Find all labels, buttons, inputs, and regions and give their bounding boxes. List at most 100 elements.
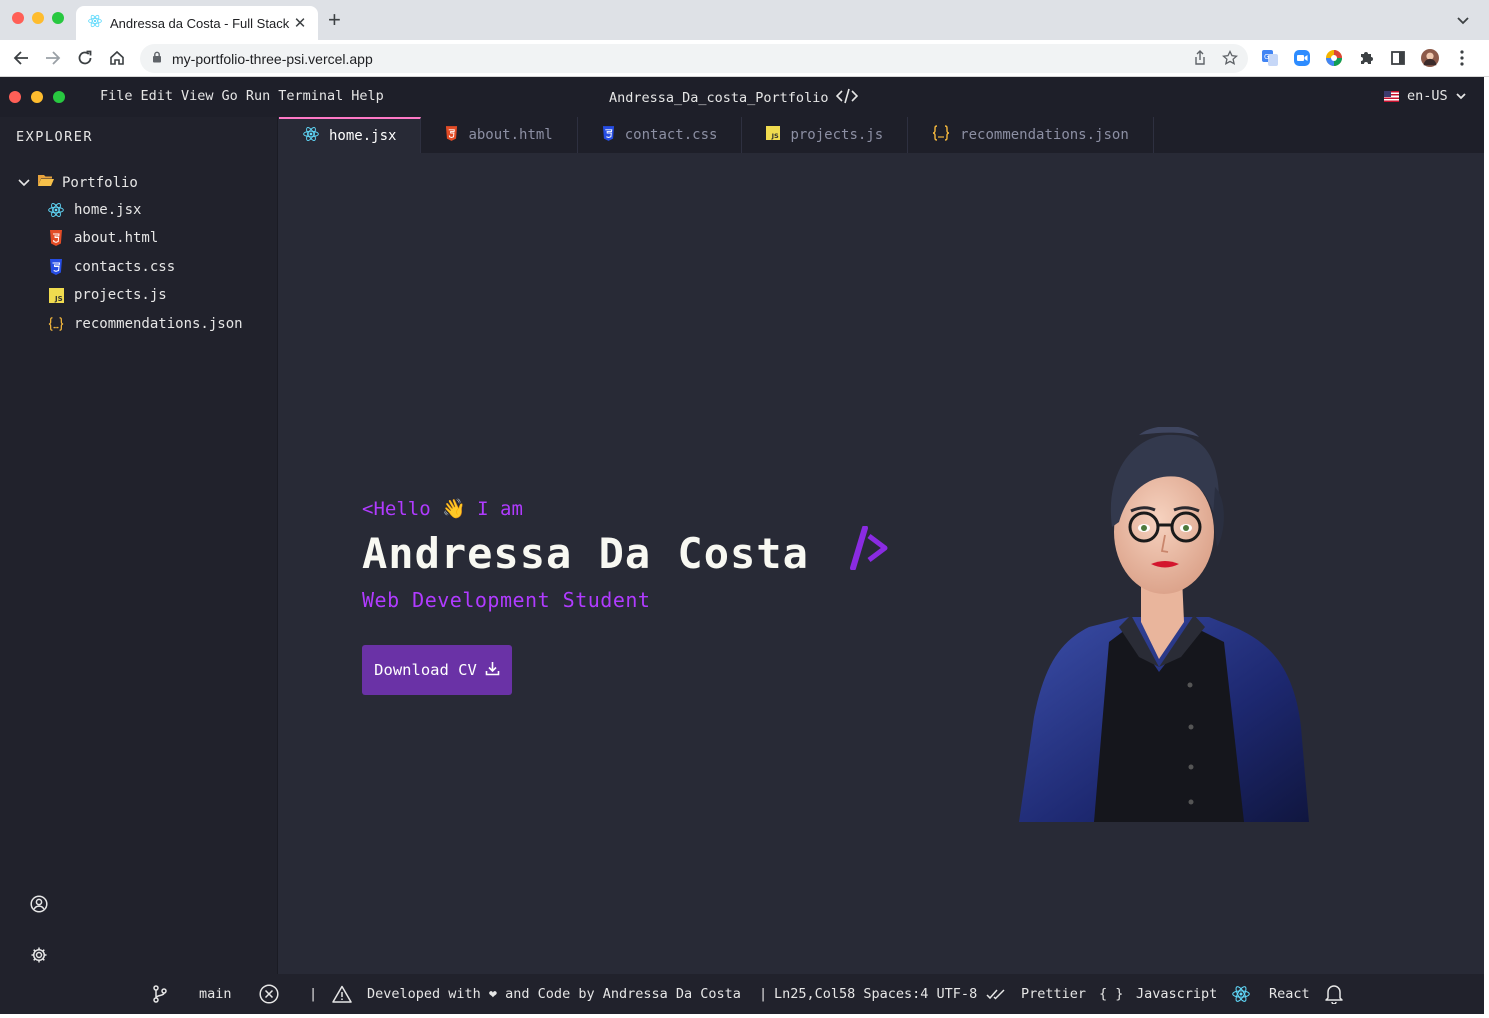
json-icon (48, 316, 64, 332)
svg-text:JS: JS (771, 132, 779, 140)
html5-icon (445, 125, 458, 145)
close-tab-icon[interactable]: ✕ (292, 14, 308, 32)
css3-icon (48, 259, 64, 275)
tab-label: about.html (468, 127, 553, 143)
hero-section: <Hello 👋 I am Andressa Da Costa Web Deve… (362, 497, 891, 695)
app-titlebar: File Edit View Go Run Terminal Help Andr… (0, 77, 1484, 117)
react-favicon-icon (88, 14, 102, 33)
menu-run[interactable]: Run (246, 88, 270, 104)
double-check-icon (986, 974, 1006, 1014)
url-text: my-portfolio-three-psi.vercel.app (172, 50, 373, 67)
browser-tab-title: Andressa da Costa - Full Stack Developer (110, 15, 292, 31)
tab-label: home.jsx (329, 128, 397, 144)
braces-icon: { } (1099, 986, 1124, 1002)
menu-view[interactable]: View (181, 88, 214, 104)
language-selector[interactable]: en-US (1384, 88, 1466, 104)
zoom-extension-icon[interactable] (1293, 49, 1311, 67)
svg-text:G: G (1264, 53, 1269, 61)
explorer-sidebar: EXPLORER Portfolio home.jsx about.html c… (0, 117, 278, 974)
code-brackets-icon (836, 88, 859, 108)
sidebar-file-label: projects.js (74, 287, 167, 303)
language-mode[interactable]: Javascript (1136, 974, 1217, 1014)
forward-arrow-icon[interactable] (42, 47, 64, 69)
hero-role: Web Development Student (362, 588, 651, 612)
app-close-dot (9, 91, 21, 103)
account-icon[interactable] (30, 895, 48, 913)
tab-contact[interactable]: contact.css (578, 117, 743, 153)
extensions-puzzle-icon[interactable] (1357, 49, 1375, 67)
share-icon[interactable] (1192, 50, 1208, 71)
menu-file[interactable]: File (100, 88, 133, 104)
menu-help[interactable]: Help (351, 88, 384, 104)
maximize-window-button[interactable] (52, 12, 64, 24)
javascript-icon: JS (48, 287, 64, 303)
window-title: Andressa_Da_costa_Portfolio (609, 88, 859, 108)
react-icon (303, 126, 319, 146)
code-slash-logo-icon (843, 525, 891, 580)
html5-icon (48, 230, 64, 246)
tab-about[interactable]: about.html (421, 117, 578, 153)
menu-edit[interactable]: Edit (141, 88, 174, 104)
git-branch-label[interactable]: main (199, 974, 232, 1014)
language-label: en-US (1407, 88, 1448, 104)
close-window-button[interactable] (12, 12, 24, 24)
framework-label[interactable]: React (1269, 974, 1310, 1014)
translate-extension-icon[interactable]: G (1261, 49, 1279, 67)
reload-icon[interactable] (74, 47, 96, 69)
hero-name: Andressa Da Costa (362, 528, 809, 578)
download-cv-button[interactable]: Download CV (362, 645, 512, 695)
css3-icon (602, 125, 615, 145)
folder-portfolio[interactable]: Portfolio (18, 174, 138, 191)
browser-tabstrip: Andressa da Costa - Full Stack Developer… (0, 0, 1489, 40)
sidebar-file-home[interactable]: home.jsx (48, 200, 141, 220)
tab-projects[interactable]: JS projects.js (742, 117, 909, 153)
tab-home[interactable]: home.jsx (279, 117, 422, 153)
sidebar-file-contacts[interactable]: contacts.css (48, 257, 175, 277)
portfolio-app: File Edit View Go Run Terminal Help Andr… (0, 77, 1484, 1014)
prettier-label[interactable]: Prettier (1021, 974, 1086, 1014)
app-minimize-dot (31, 91, 43, 103)
profile-avatar[interactable] (1421, 49, 1439, 67)
sidebar-file-label: home.jsx (74, 202, 142, 218)
browser-menu-icon[interactable] (1453, 49, 1471, 67)
menu-terminal[interactable]: Terminal (278, 88, 343, 104)
tab-recommendations[interactable]: recommendations.json (908, 117, 1154, 153)
window-edge (1484, 77, 1489, 1018)
sidebar-file-projects[interactable]: JS projects.js (48, 285, 167, 305)
menu-go[interactable]: Go (222, 88, 238, 104)
us-flag-icon (1384, 90, 1399, 102)
chevron-down-icon (18, 175, 30, 191)
download-icon (485, 661, 500, 680)
explorer-title: EXPLORER (16, 129, 94, 145)
editor-tabbar: home.jsx about.html contact.css JS proje… (279, 117, 1484, 153)
app-maximize-dot (53, 91, 65, 103)
error-circle-icon[interactable] (259, 974, 279, 1014)
sidebar-file-label: about.html (74, 230, 159, 246)
chevron-down-icon (1456, 88, 1466, 104)
chevron-down-icon[interactable] (1457, 12, 1469, 28)
avatar-illustration (1019, 427, 1309, 822)
color-picker-extension-icon[interactable] (1325, 49, 1343, 67)
address-bar[interactable]: my-portfolio-three-psi.vercel.app (140, 44, 1248, 73)
status-bar: main | Developed with ❤ and Code by Andr… (0, 974, 1484, 1014)
menu-bar: File Edit View Go Run Terminal Help (100, 88, 384, 104)
sidebar-file-recommendations[interactable]: recommendations.json (48, 314, 243, 334)
git-branch-icon (152, 974, 168, 1014)
browser-tab[interactable]: Andressa da Costa - Full Stack Developer… (76, 6, 318, 40)
gear-icon[interactable] (30, 946, 48, 964)
minimize-window-button[interactable] (32, 12, 44, 24)
hero-greeting: <Hello 👋 I am (362, 498, 523, 520)
sidebar-file-about[interactable]: about.html (48, 228, 158, 248)
bookmark-star-icon[interactable] (1221, 49, 1239, 71)
sidebar-file-label: contacts.css (74, 259, 176, 275)
sidebar-file-label: recommendations.json (74, 316, 243, 332)
warning-icon[interactable] (332, 974, 352, 1014)
bell-icon[interactable] (1325, 974, 1343, 1014)
back-arrow-icon[interactable] (10, 47, 32, 69)
side-panel-icon[interactable] (1389, 49, 1407, 67)
status-separator: | (309, 986, 318, 1002)
window-title-text: Andressa_Da_costa_Portfolio (609, 90, 829, 106)
new-tab-button[interactable]: + (328, 9, 341, 31)
home-icon[interactable] (106, 47, 128, 69)
folder-label: Portfolio (62, 174, 138, 191)
